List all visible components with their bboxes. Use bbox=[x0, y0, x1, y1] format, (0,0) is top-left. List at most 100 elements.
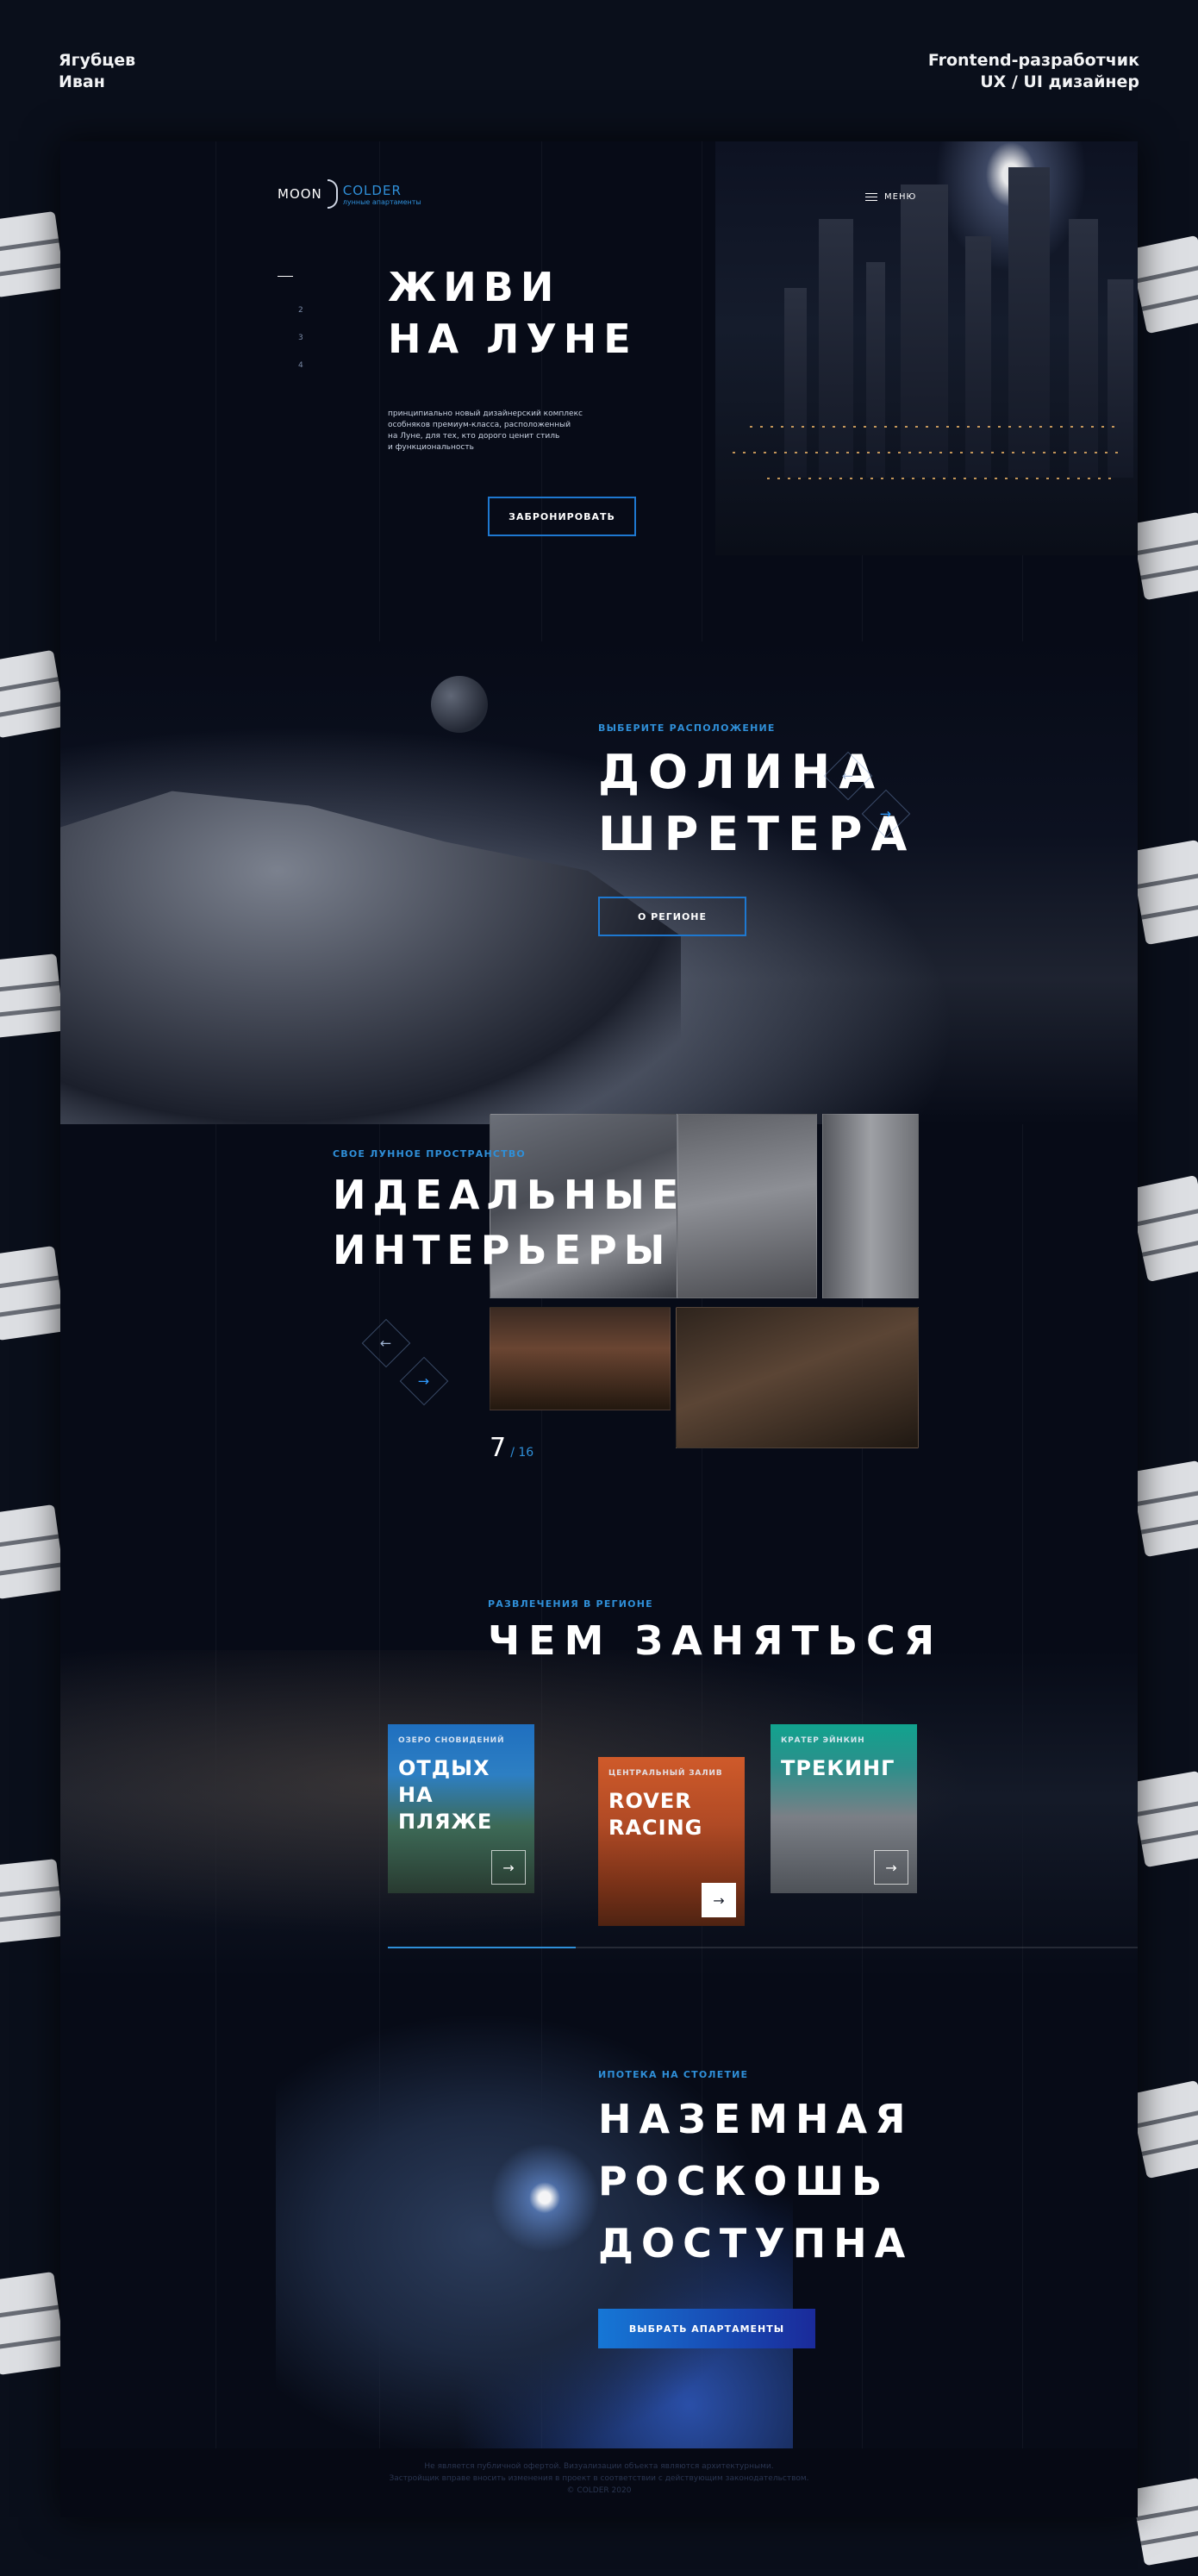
author-second-line: Иван bbox=[59, 72, 105, 91]
hero-city-image bbox=[715, 141, 1138, 555]
hero-slide-nav: 2 3 4 bbox=[278, 276, 303, 370]
activities-eyebrow: РАЗВЛЕЧЕНИЯ В РЕГИОНЕ bbox=[488, 1598, 653, 1610]
activity-card-title: ROVER RACING bbox=[608, 1788, 702, 1841]
footer: Не является публичной офертой. Визуализа… bbox=[60, 2448, 1138, 2517]
activities-title: ЧЕМ ЗАНЯТЬСЯ bbox=[488, 1617, 944, 1664]
role-second-line: UX / UI дизайнер bbox=[980, 72, 1139, 91]
activity-card-title-line: RACING bbox=[608, 1816, 703, 1840]
logo-crescent-icon bbox=[327, 179, 338, 209]
brush-stroke bbox=[0, 1504, 66, 1600]
activity-card[interactable]: КРАТЕР ЭЙНКИН ТРЕКИНГ → bbox=[771, 1724, 917, 1893]
arrow-left-icon: ← bbox=[380, 1335, 392, 1352]
card-arrow-button[interactable]: → bbox=[702, 1883, 736, 1917]
interiors-title-line: ИДЕАЛЬНЫЕ bbox=[333, 1172, 686, 1218]
brush-stroke bbox=[0, 2271, 67, 2376]
brush-stroke bbox=[1131, 2477, 1198, 2567]
about-region-button[interactable]: О РЕГИОНЕ bbox=[598, 897, 746, 936]
logo-subtitle: лунные апартаменты bbox=[342, 197, 421, 206]
author-first-line: Ягубцев bbox=[59, 51, 136, 70]
grid-line bbox=[215, 141, 216, 2517]
hero-title: ЖИВИ НА ЛУНЕ bbox=[388, 262, 638, 366]
brush-stroke bbox=[0, 1859, 65, 1943]
interior-photo[interactable] bbox=[676, 1307, 919, 1448]
brush-stroke bbox=[1128, 1174, 1198, 1283]
brush-stroke bbox=[1129, 234, 1198, 335]
brush-stroke bbox=[0, 953, 65, 1038]
interiors-eyebrow: СВОЕ ЛУННОЕ ПРОСТРАНСТВО bbox=[333, 1148, 526, 1160]
mortgage-eyebrow: ИПОТЕКА НА СТОЛЕТИЕ bbox=[598, 2069, 749, 2080]
interior-photo[interactable] bbox=[490, 1307, 671, 1410]
activities-progress-track[interactable] bbox=[388, 1947, 1138, 1948]
hero-title-line: НА ЛУНЕ bbox=[388, 315, 638, 362]
brush-stroke bbox=[0, 210, 66, 298]
mortgage-title-line: РОСКОШЬ bbox=[598, 2158, 890, 2204]
choose-apartments-button[interactable]: ВЫБРАТЬ АПАРТАМЕНТЫ bbox=[598, 2309, 815, 2348]
activity-card[interactable]: ЦЕНТРАЛЬНЫЙ ЗАЛИВ ROVER RACING → bbox=[598, 1757, 745, 1926]
role-first-line: Frontend-разработчик bbox=[927, 51, 1139, 70]
hero-description-line: принципиально новый дизайнерский комплек… bbox=[388, 410, 583, 418]
activity-card-label: КРАТЕР ЭЙНКИН bbox=[781, 1736, 865, 1745]
hero-slide-nav-active[interactable] bbox=[278, 276, 293, 277]
book-button[interactable]: ЗАБРОНИРОВАТЬ bbox=[488, 497, 636, 536]
activity-card-label: ЦЕНТРАЛЬНЫЙ ЗАЛИВ bbox=[608, 1769, 723, 1778]
arrow-right-icon: → bbox=[713, 1891, 725, 1909]
menu-label: МЕНЮ bbox=[884, 192, 917, 202]
hero-slide-nav-item[interactable]: 3 bbox=[278, 334, 303, 342]
activity-card-title-line: ОТДЫХ bbox=[398, 1756, 490, 1780]
hero-description: принципиально новый дизайнерский комплек… bbox=[388, 409, 583, 453]
activities-progress-fill bbox=[388, 1947, 576, 1948]
brush-stroke bbox=[1130, 839, 1198, 946]
logo[interactable]: MOON COLDER лунные апартаменты bbox=[278, 179, 421, 209]
hero-description-line: и функциональность bbox=[388, 443, 474, 452]
card-arrow-button[interactable]: → bbox=[874, 1850, 908, 1885]
hero-slide-nav-item[interactable]: 2 bbox=[278, 306, 303, 315]
activity-card[interactable]: ОЗЕРО СНОВИДЕНИЙ ОТДЫХ НА ПЛЯЖЕ → bbox=[388, 1724, 534, 1893]
interiors-title-line: ИНТЕРЬЕРЫ bbox=[333, 1227, 672, 1273]
interior-photo[interactable] bbox=[677, 1114, 817, 1298]
counter-current: 7 bbox=[490, 1433, 507, 1463]
hero-description-line: особняков премиум-класса, расположенный bbox=[388, 421, 571, 429]
brush-stroke bbox=[1129, 2079, 1198, 2179]
activity-card-label: ОЗЕРО СНОВИДЕНИЙ bbox=[398, 1736, 505, 1745]
logo-moon-text: MOON bbox=[278, 186, 322, 202]
interiors-next-button[interactable]: → bbox=[399, 1356, 449, 1406]
mortgage-title-line: НАЗЕМНАЯ bbox=[598, 2096, 914, 2142]
interiors-slide-counter: 7 / 16 bbox=[490, 1433, 533, 1463]
hamburger-icon bbox=[865, 193, 877, 201]
card-arrow-button[interactable]: → bbox=[491, 1850, 526, 1885]
arrow-right-icon: → bbox=[880, 805, 892, 822]
logo-colder-text: COLDER bbox=[342, 182, 402, 198]
footer-disclaimer: Не является публичной офертой. Визуализа… bbox=[424, 2462, 774, 2471]
interiors-title: ИДЕАЛЬНЫЕ ИНТЕРЬЕРЫ bbox=[333, 1167, 685, 1278]
activity-card-title: ТРЕКИНГ bbox=[781, 1755, 895, 1782]
activity-card-title-line: ТРЕКИНГ bbox=[781, 1756, 895, 1780]
arrow-right-icon: → bbox=[418, 1372, 430, 1390]
location-title: ДОЛИНА ШРЕТЕРА bbox=[598, 741, 915, 866]
moon-planet-image bbox=[431, 676, 488, 733]
mortgage-title-line: ДОСТУПНА bbox=[598, 2220, 914, 2267]
brush-stroke bbox=[0, 1245, 66, 1341]
hero-title-line: ЖИВИ bbox=[388, 264, 561, 310]
menu-button[interactable]: МЕНЮ bbox=[865, 192, 916, 202]
activity-card-title-line: НА ПЛЯЖЕ bbox=[398, 1783, 493, 1834]
hero-slide-nav-item[interactable]: 4 bbox=[278, 361, 303, 370]
interior-photo[interactable] bbox=[822, 1114, 919, 1298]
interiors-prev-button[interactable]: ← bbox=[361, 1318, 411, 1368]
activity-card-title-line: ROVER bbox=[608, 1789, 692, 1813]
website-mockup: MOON COLDER лунные апартаменты МЕНЮ 2 3 … bbox=[60, 141, 1138, 2517]
activity-card-title: ОТДЫХ НА ПЛЯЖЕ bbox=[398, 1755, 534, 1835]
brush-stroke bbox=[1130, 1460, 1198, 1558]
arrow-right-icon: → bbox=[502, 1859, 515, 1876]
brush-stroke bbox=[1131, 511, 1198, 601]
location-eyebrow: ВЫБЕРИТЕ РАСПОЛОЖЕНИЕ bbox=[598, 722, 776, 734]
arrow-left-icon: ← bbox=[842, 767, 854, 785]
brush-stroke bbox=[0, 649, 67, 739]
counter-total: / 16 bbox=[510, 1446, 534, 1460]
role-credit: Frontend-разработчик UX / UI дизайнер bbox=[928, 50, 1139, 93]
footer-disclaimer: Застройщик вправе вносить изменения в пр… bbox=[389, 2474, 809, 2483]
mortgage-title: НАЗЕМНАЯ РОСКОШЬ ДОСТУПНА bbox=[598, 2088, 914, 2274]
hero-description-line: на Луне, для тех, кто дорого ценит стиль bbox=[388, 432, 560, 441]
brush-stroke bbox=[1130, 1770, 1198, 1868]
author-credit: Ягубцев Иван bbox=[59, 50, 135, 93]
arrow-right-icon: → bbox=[885, 1859, 897, 1876]
